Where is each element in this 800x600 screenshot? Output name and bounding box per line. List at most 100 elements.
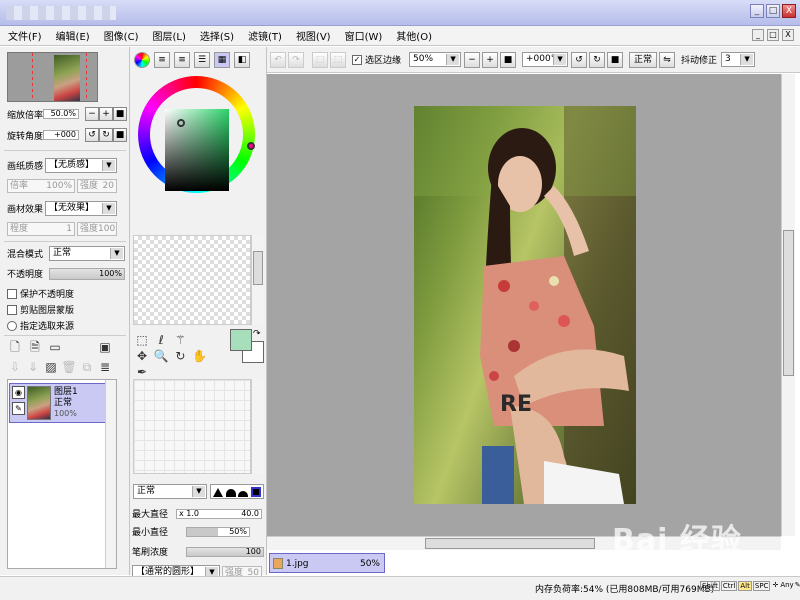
deselect-icon[interactable]: ⬚: [312, 51, 328, 68]
sv-picker-cursor[interactable]: [177, 119, 185, 127]
min-diameter-slider[interactable]: 50%: [186, 526, 250, 537]
max-diameter-field[interactable]: x 1.0 40.0: [176, 508, 262, 519]
hand-icon[interactable]: ✋: [192, 348, 208, 364]
transfer-down-icon[interactable]: ⇓: [25, 359, 41, 375]
brush-tool-scrollbar[interactable]: [251, 379, 264, 474]
layer-lock-pen-icon[interactable]: ✎: [12, 402, 25, 415]
vertical-scroll-thumb[interactable]: [783, 230, 794, 376]
zoom-icon[interactable]: 🔍: [153, 348, 169, 364]
color-wheel-tab-icon[interactable]: [134, 52, 150, 68]
menu-layer[interactable]: 图层(L): [152, 28, 185, 43]
zoom-in-button[interactable]: +: [99, 107, 113, 121]
new-layer-icon[interactable]: 🗋: [7, 339, 23, 355]
menu-view[interactable]: 视图(V): [296, 28, 331, 43]
menu-select[interactable]: 选择(S): [200, 28, 234, 43]
clear-layer-icon[interactable]: ▨: [43, 359, 59, 375]
layer-mask-icon[interactable]: ▣: [97, 339, 113, 355]
eyedropper-icon[interactable]: ✒: [134, 364, 150, 380]
brush-edge-mid-icon[interactable]: [225, 489, 236, 497]
menu-window[interactable]: 窗口(W): [345, 28, 383, 43]
selection-edge-checkbox[interactable]: ✓: [352, 54, 362, 65]
toolbar-rotate-left-button[interactable]: ↺: [571, 51, 588, 68]
mdi-restore-button[interactable]: □: [767, 29, 779, 41]
paper-effect-select[interactable]: 【无效果】: [45, 201, 117, 216]
rotate-left-button[interactable]: ↺: [85, 128, 99, 142]
brush-mode-select[interactable]: 正常: [133, 484, 207, 499]
brush-tool-area[interactable]: [133, 379, 251, 474]
swatch-scrollbar[interactable]: [251, 235, 264, 325]
rotate-reset-button[interactable]: ■: [113, 128, 127, 142]
lasso-icon[interactable]: ℓ: [153, 332, 169, 348]
rotate-right-button[interactable]: ↻: [99, 128, 113, 142]
zoom-reset-button[interactable]: ■: [113, 107, 127, 121]
menu-other[interactable]: 其他(O): [396, 28, 432, 43]
redo-icon[interactable]: ↷: [288, 51, 304, 68]
zoom-value[interactable]: 50.0%: [43, 109, 79, 119]
delete-layer-icon[interactable]: 🗑: [61, 359, 77, 375]
max-diameter-value[interactable]: 40.0: [241, 509, 259, 518]
stabilizer-select[interactable]: 3: [721, 52, 756, 67]
visibility-eye-icon[interactable]: ◉: [12, 386, 25, 399]
zoom-select[interactable]: 50%: [409, 52, 462, 67]
menu-image[interactable]: 图像(C): [104, 28, 139, 43]
scratchpad-tab-icon[interactable]: ◧: [234, 52, 250, 68]
saturation-value-square[interactable]: [165, 109, 229, 191]
horizontal-scroll-thumb[interactable]: [425, 538, 595, 549]
swap-colors-icon[interactable]: ↷: [253, 329, 261, 339]
new-linework-layer-icon[interactable]: 🗎: [27, 339, 43, 355]
hue-picker-cursor[interactable]: [247, 142, 255, 150]
flip-view-icon[interactable]: ⇋: [659, 51, 676, 68]
layer-list-scrollbar[interactable]: [105, 380, 116, 568]
new-folder-icon[interactable]: ▭: [47, 339, 63, 355]
paper-quality-select[interactable]: 【无质感】: [45, 158, 117, 173]
max-diameter-multiplier[interactable]: x 1.0: [179, 509, 199, 518]
selection-source-radio[interactable]: [7, 320, 17, 331]
layer-row[interactable]: ◉ ✎ 图层1 正常 100%: [9, 383, 113, 423]
minimize-button[interactable]: _: [750, 4, 764, 18]
blend-select[interactable]: 正常: [49, 246, 125, 261]
move-icon[interactable]: ✥: [134, 348, 150, 364]
rect-select-icon[interactable]: ⬚: [134, 332, 150, 348]
undo-icon[interactable]: ↶: [270, 51, 286, 68]
canvas-vertical-scrollbar[interactable]: [781, 74, 795, 536]
hsv-slider-tab-icon[interactable]: ≡: [174, 52, 190, 68]
toolbar-rotate-reset-button[interactable]: ■: [607, 51, 624, 68]
toolbar-zoom-in-button[interactable]: +: [482, 51, 499, 68]
brush-edge-selector[interactable]: [210, 484, 264, 499]
rotate-view-icon[interactable]: ↻: [172, 348, 188, 364]
menu-edit[interactable]: 编辑(E): [56, 28, 90, 43]
swatch-scroll-thumb[interactable]: [253, 251, 263, 285]
toolbar-zoom-reset-button[interactable]: ■: [500, 51, 517, 68]
density-slider[interactable]: 100: [186, 546, 264, 557]
close-button[interactable]: X: [782, 4, 796, 18]
invert-selection-icon[interactable]: ⬚: [330, 51, 346, 68]
merge-visible-icon[interactable]: ⧉: [79, 359, 95, 375]
foreground-color[interactable]: [230, 329, 252, 351]
swatches-tab-icon[interactable]: ☰: [194, 52, 210, 68]
canvas-photo[interactable]: RE: [414, 106, 636, 504]
color-swatch-area[interactable]: [133, 235, 251, 325]
toolbar-zoom-out-button[interactable]: −: [464, 51, 481, 68]
brush-edge-hard-icon[interactable]: [213, 488, 224, 497]
layer-properties-icon[interactable]: ≣: [97, 359, 113, 375]
opacity-slider[interactable]: 100%: [49, 267, 125, 280]
rotation-select[interactable]: +000°: [522, 52, 569, 67]
magic-wand-icon[interactable]: ⚚: [172, 332, 188, 348]
file-tab[interactable]: 1.jpg 50%: [269, 553, 385, 573]
palette-tab-icon[interactable]: ▦: [214, 52, 230, 68]
menu-file[interactable]: 文件(F): [8, 28, 42, 43]
mdi-minimize-button[interactable]: _: [752, 29, 764, 41]
toolbar-rotate-right-button[interactable]: ↻: [589, 51, 606, 68]
brush-edge-soft-icon[interactable]: [238, 491, 249, 497]
zoom-out-button[interactable]: −: [85, 107, 99, 121]
mdi-close-button[interactable]: X: [782, 29, 794, 41]
maximize-button[interactable]: □: [766, 4, 780, 18]
clipping-checkbox[interactable]: [7, 304, 17, 315]
menu-filter[interactable]: 滤镜(T): [248, 28, 282, 43]
preserve-opacity-checkbox[interactable]: [7, 288, 17, 299]
navigator-preview[interactable]: [7, 52, 98, 102]
rotate-value[interactable]: +000: [43, 130, 79, 140]
merge-down-icon[interactable]: ⇩: [7, 359, 23, 375]
brush-edge-square-icon[interactable]: [250, 487, 261, 497]
rgb-slider-tab-icon[interactable]: ≡: [154, 52, 170, 68]
